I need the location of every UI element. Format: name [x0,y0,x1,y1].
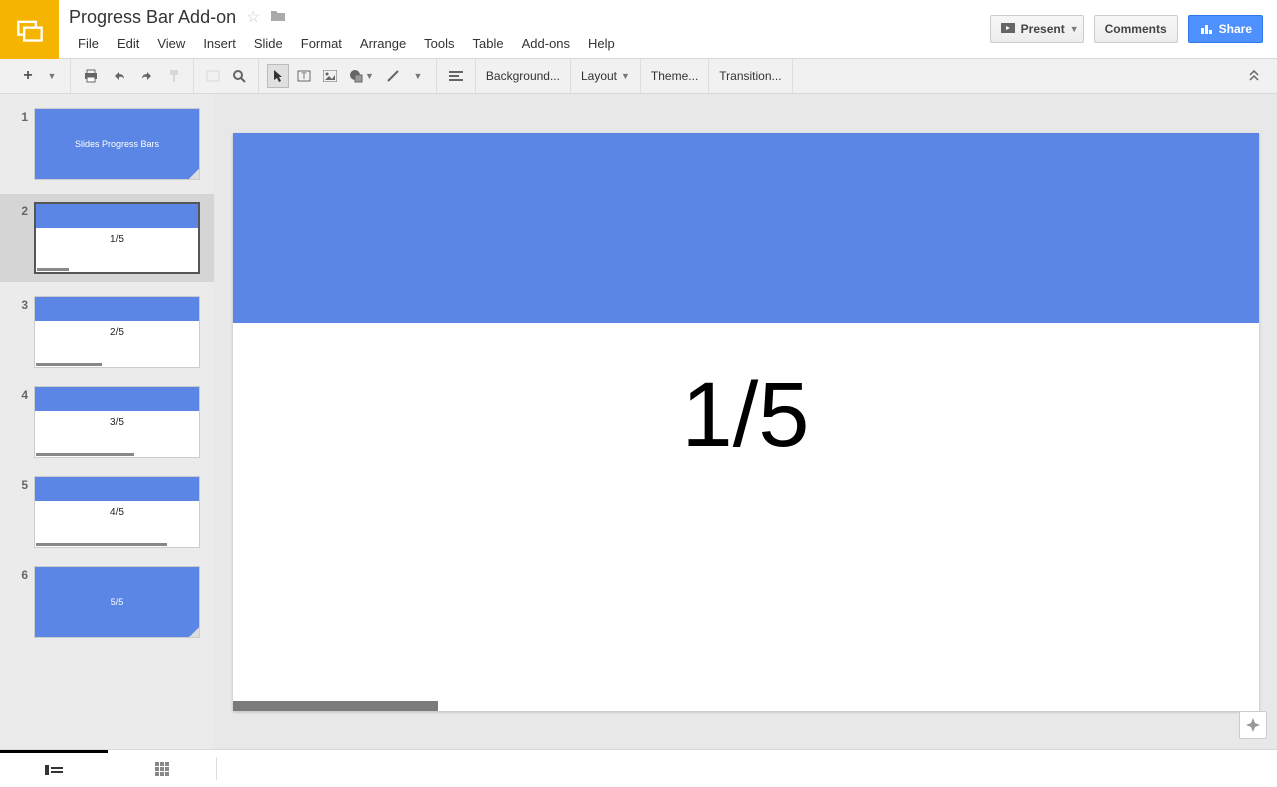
menu-table[interactable]: Table [464,32,513,55]
menu-slide[interactable]: Slide [245,32,292,55]
comments-label: Comments [1105,22,1167,36]
thumb-number: 4 [14,386,28,402]
present-button[interactable]: Present [990,15,1076,43]
thumb-number: 3 [14,296,28,312]
menu-bar: File Edit View Insert Slide Format Arran… [69,32,980,55]
textbox-icon[interactable]: T [293,64,315,88]
undo-icon[interactable] [107,64,131,88]
filmstrip-view-icon[interactable] [0,750,108,787]
header-main: Progress Bar Add-on ☆ File Edit View Ins… [59,0,990,58]
menu-format[interactable]: Format [292,32,351,55]
footer [0,749,1277,787]
canvas-area[interactable]: 1/5 [214,94,1277,749]
thumb-preview[interactable]: Slides Progress Bars [34,108,200,180]
thumb-number: 5 [14,476,28,492]
paint-format-icon[interactable] [163,64,185,88]
menu-file[interactable]: File [69,32,108,55]
grid-view-icon[interactable] [108,750,216,787]
thumb-title-text: Slides Progress Bars [35,109,199,179]
menu-tools[interactable]: Tools [415,32,463,55]
menu-insert[interactable]: Insert [194,32,245,55]
share-label: Share [1219,22,1252,36]
menu-arrange[interactable]: Arrange [351,32,415,55]
toolbar-group-insert: T ▼ ▼ [259,59,437,93]
slide-thumb-1[interactable]: 1 Slides Progress Bars [0,104,214,184]
toolbar: + ▼ T ▼ ▼ Background... Layout▼ Theme...… [0,59,1277,94]
thumb-text: 3/5 [35,417,199,428]
new-slide-dropdown[interactable]: ▼ [42,64,62,88]
thumb-progress [36,543,167,546]
share-button[interactable]: Share [1188,15,1263,43]
comments-button[interactable]: Comments [1094,15,1178,43]
toolbar-group-edit [71,59,194,93]
slide-thumb-5[interactable]: 5 4/5 [0,472,214,552]
toolbar-group-new: + ▼ [10,59,71,93]
background-button[interactable]: Background... [476,59,571,93]
thumb-progress [36,453,134,456]
app-header: Progress Bar Add-on ☆ File Edit View Ins… [0,0,1277,59]
title-row: Progress Bar Add-on ☆ [69,6,980,28]
slide-panel[interactable]: 1 Slides Progress Bars 2 1/5 3 2/5 4 3/5 5 4/5 6 5/… [0,94,214,749]
slide-thumb-6[interactable]: 6 5/5 [0,562,214,642]
thumb-text: 1/5 [36,234,198,245]
layout-button[interactable]: Layout▼ [571,59,641,93]
slide-thumb-3[interactable]: 3 2/5 [0,292,214,372]
thumb-number: 1 [14,108,28,124]
svg-text:T: T [301,71,307,81]
thumb-preview[interactable]: 5/5 [34,566,200,638]
toolbar-group-align [437,59,476,93]
menu-edit[interactable]: Edit [108,32,148,55]
explore-button[interactable] [1239,711,1267,739]
slide-thumb-2[interactable]: 2 1/5 [0,194,214,282]
folder-icon[interactable] [270,9,286,26]
toolbar-group-zoom [194,59,259,93]
slide-header-shape[interactable] [233,133,1259,323]
present-label: Present [1021,22,1065,36]
header-right: Present ▼ Comments Share [990,0,1277,58]
new-slide-button[interactable]: + [18,64,38,88]
thumb-text: 4/5 [35,507,199,518]
transition-button[interactable]: Transition... [709,59,792,93]
thumb-progress [37,268,69,271]
app-logo-icon[interactable] [0,0,59,59]
body: 1 Slides Progress Bars 2 1/5 3 2/5 4 3/5 5 4/5 6 5/… [0,94,1277,749]
select-tool-icon[interactable] [267,64,289,88]
thumb-preview[interactable]: 4/5 [34,476,200,548]
shape-icon[interactable]: ▼ [345,64,378,88]
thumb-text: 2/5 [35,327,199,338]
zoom-icon[interactable] [228,64,250,88]
thumb-number: 6 [14,566,28,582]
thumb-title-text: 5/5 [35,567,199,637]
present-dropdown[interactable]: ▼ [1066,15,1084,43]
line-icon[interactable] [382,64,404,88]
thumb-preview[interactable]: 2/5 [34,296,200,368]
thumb-number: 2 [14,202,28,218]
slide-progress-bar[interactable] [233,701,438,711]
theme-button[interactable]: Theme... [641,59,709,93]
redo-icon[interactable] [135,64,159,88]
zoom-fit-icon[interactable] [202,64,224,88]
line-dropdown[interactable]: ▼ [408,64,428,88]
document-title[interactable]: Progress Bar Add-on [69,7,236,28]
slide-main-text[interactable]: 1/5 [233,363,1259,468]
main-slide[interactable]: 1/5 [233,133,1259,711]
star-icon[interactable]: ☆ [246,7,260,27]
thumb-progress [36,363,102,366]
slide-thumb-4[interactable]: 4 3/5 [0,382,214,462]
collapse-toolbar-icon[interactable] [1243,64,1267,88]
image-icon[interactable] [319,64,341,88]
print-icon[interactable] [79,64,103,88]
thumb-preview[interactable]: 3/5 [34,386,200,458]
menu-addons[interactable]: Add-ons [513,32,579,55]
menu-view[interactable]: View [148,32,194,55]
footer-divider [216,757,217,779]
thumb-preview[interactable]: 1/5 [34,202,200,274]
menu-help[interactable]: Help [579,32,624,55]
align-icon[interactable] [445,64,467,88]
